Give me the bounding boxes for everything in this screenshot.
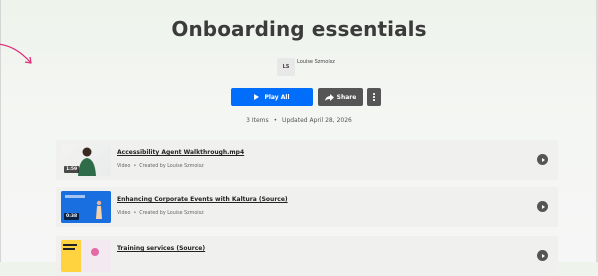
updated-date: Updated April 28, 2026 bbox=[282, 117, 352, 124]
play-circle-icon[interactable] bbox=[537, 201, 548, 212]
playlist-entry[interactable]: 1:59 Accessibility Agent Walkthrough.mp4… bbox=[56, 140, 558, 180]
duration-badge: 1:59 bbox=[64, 166, 80, 173]
playlist-entry[interactable]: Training services (Source) bbox=[56, 236, 558, 276]
entry-thumbnail[interactable]: 0:38 bbox=[61, 191, 111, 223]
play-all-label: Play All bbox=[264, 93, 290, 101]
entry-title-link[interactable]: Enhancing Corporate Events with Kaltura … bbox=[117, 196, 288, 203]
play-icon bbox=[254, 94, 260, 100]
entry-creator: Created by Louise Szmoisz bbox=[139, 164, 204, 169]
entry-title-link[interactable]: Accessibility Agent Walkthrough.mp4 bbox=[117, 149, 244, 156]
share-label: Share bbox=[336, 93, 357, 101]
thumbnail-image bbox=[61, 240, 111, 272]
owner-name: Louise Szmoisz bbox=[297, 59, 335, 65]
playlist-meta: 3 Items • Updated April 28, 2026 bbox=[0, 117, 598, 124]
meta-separator: • bbox=[273, 117, 278, 124]
entry-type: Video bbox=[117, 211, 131, 216]
share-arrow-icon bbox=[324, 93, 334, 101]
owner-avatar: LS bbox=[277, 58, 295, 76]
entry-subtitle: Video • Created by Louise Szmoisz bbox=[117, 164, 204, 169]
more-vertical-icon bbox=[373, 93, 375, 101]
entry-thumbnail[interactable]: 1:59 bbox=[61, 144, 111, 176]
items-count: 3 Items bbox=[246, 117, 269, 124]
play-circle-icon[interactable] bbox=[537, 250, 548, 261]
entry-creator: Created by Louise Szmoisz bbox=[139, 211, 204, 216]
playlist-entry[interactable]: 0:38 Enhancing Corporate Events with Kal… bbox=[56, 187, 558, 227]
more-options-button[interactable] bbox=[367, 88, 381, 106]
play-all-button[interactable]: Play All bbox=[231, 88, 313, 106]
entry-thumbnail[interactable] bbox=[61, 240, 111, 272]
duration-badge: 0:38 bbox=[64, 213, 80, 220]
entry-type: Video bbox=[117, 164, 131, 169]
share-button[interactable]: Share bbox=[318, 88, 363, 106]
entry-title-link[interactable]: Training services (Source) bbox=[117, 245, 205, 252]
playlist-title: Onboarding essentials bbox=[171, 17, 427, 41]
play-circle-icon[interactable] bbox=[537, 154, 548, 165]
entry-subtitle: Video • Created by Louise Szmoisz bbox=[117, 211, 204, 216]
